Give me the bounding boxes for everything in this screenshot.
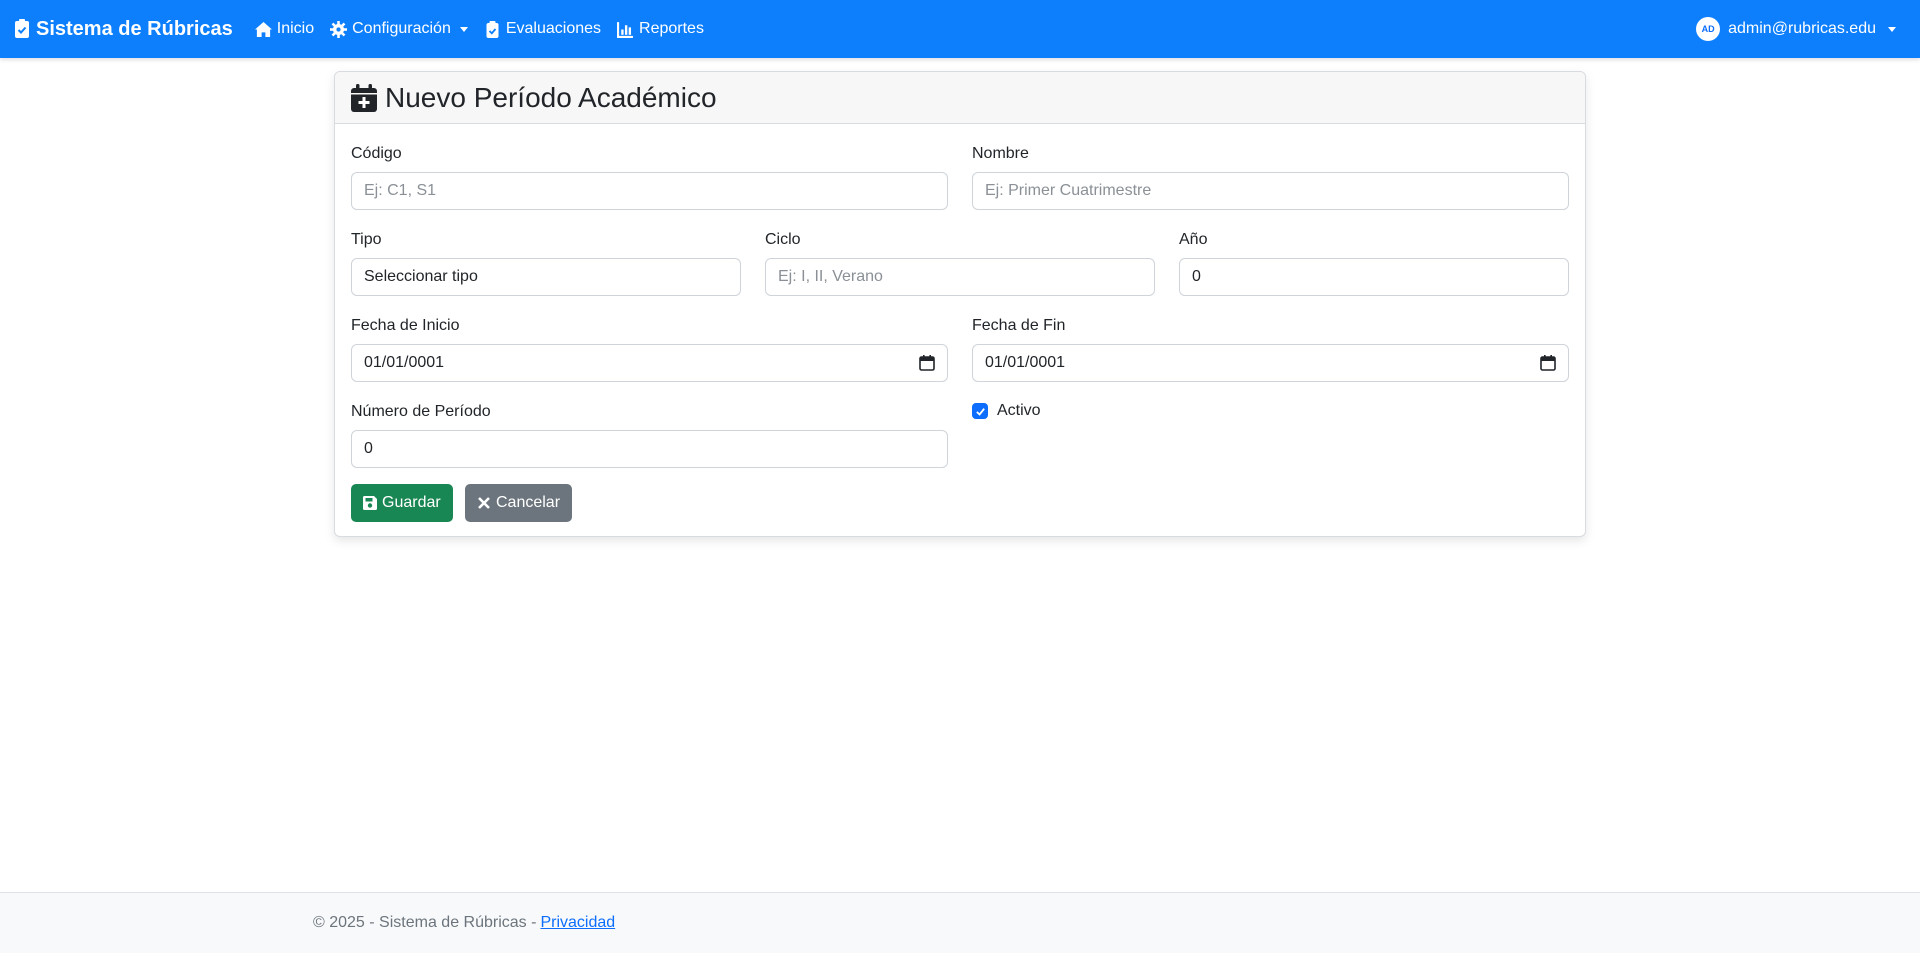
user-menu[interactable]: AD admin@rubricas.edu — [1696, 17, 1896, 41]
gear-icon — [330, 20, 348, 38]
fecha-fin-label: Fecha de Fin — [972, 317, 1066, 334]
tipo-select[interactable]: Seleccionar tipo — [351, 258, 741, 296]
brand-link[interactable]: Sistema de Rúbricas — [14, 18, 233, 41]
ciclo-label: Ciclo — [765, 231, 801, 248]
activo-checkbox[interactable] — [972, 403, 988, 419]
clipboard-check-icon — [486, 20, 499, 38]
brand-text: Sistema de Rúbricas — [36, 17, 233, 40]
anio-value: 0 — [1192, 268, 1201, 285]
nav-reportes[interactable]: Reportes — [617, 20, 704, 38]
avatar: AD — [1696, 17, 1721, 41]
nav-evaluaciones-label: Evaluaciones — [505, 20, 602, 37]
anio-input[interactable]: 0 — [1179, 258, 1569, 296]
save-button[interactable]: Guardar — [351, 484, 453, 522]
chevron-down-icon — [1888, 26, 1896, 32]
nav-inicio[interactable]: Inicio — [254, 20, 315, 38]
form-card: Nuevo Período Académico Código Nombre Ti… — [334, 71, 1586, 537]
chart-bar-icon — [617, 21, 633, 38]
codigo-input[interactable] — [351, 172, 948, 210]
calendar-icon[interactable] — [1540, 355, 1556, 371]
activo-label: Activo — [997, 402, 1041, 419]
numero-periodo-value: 0 — [364, 440, 373, 457]
nav-inicio-label: Inicio — [276, 20, 315, 37]
nav-evaluaciones[interactable]: Evaluaciones — [484, 20, 601, 38]
anio-label: Año — [1179, 231, 1208, 248]
nombre-label: Nombre — [972, 145, 1029, 162]
footer: © 2025 - Sistema de Rúbricas - Privacida… — [0, 892, 1920, 953]
fecha-fin-input[interactable]: 01/01/0001 — [972, 344, 1569, 382]
close-icon — [478, 497, 490, 509]
calendar-plus-icon — [351, 83, 377, 112]
home-icon — [254, 21, 272, 37]
card-header: Nuevo Período Académico — [335, 72, 1585, 124]
footer-copyright: © 2025 - Sistema de Rúbricas - — [313, 914, 537, 931]
cancel-button-label: Cancelar — [496, 494, 561, 511]
privacy-link[interactable]: Privacidad — [540, 914, 615, 932]
nav-reportes-label: Reportes — [639, 20, 704, 37]
fecha-inicio-label: Fecha de Inicio — [351, 317, 460, 334]
activo-checkbox-group[interactable]: Activo — [972, 402, 1041, 420]
floppy-disk-icon — [363, 496, 377, 510]
clipboard-check-icon — [15, 19, 29, 38]
ciclo-input[interactable] — [765, 258, 1155, 296]
calendar-icon[interactable] — [919, 355, 935, 371]
tipo-label: Tipo — [351, 231, 382, 248]
nav-configuracion[interactable]: Configuración — [330, 20, 468, 38]
numero-periodo-label: Número de Período — [351, 403, 491, 420]
codigo-label: Código — [351, 145, 402, 162]
page-title: Nuevo Período Académico — [385, 81, 717, 113]
fecha-fin-value: 01/01/0001 — [985, 354, 1066, 371]
user-email: admin@rubricas.edu — [1728, 20, 1876, 37]
top-navbar: Sistema de Rúbricas Inicio Configuración — [0, 0, 1920, 58]
cancel-button[interactable]: Cancelar — [465, 484, 573, 522]
nav-configuracion-label: Configuración — [352, 20, 451, 37]
nombre-input[interactable] — [972, 172, 1569, 210]
numero-periodo-input[interactable]: 0 — [351, 430, 948, 468]
check-icon — [975, 407, 985, 416]
save-button-label: Guardar — [382, 494, 441, 511]
fecha-inicio-value: 01/01/0001 — [364, 354, 445, 371]
chevron-down-icon — [459, 26, 468, 32]
tipo-select-value: Seleccionar tipo — [364, 268, 478, 285]
fecha-inicio-input[interactable]: 01/01/0001 — [351, 344, 948, 382]
